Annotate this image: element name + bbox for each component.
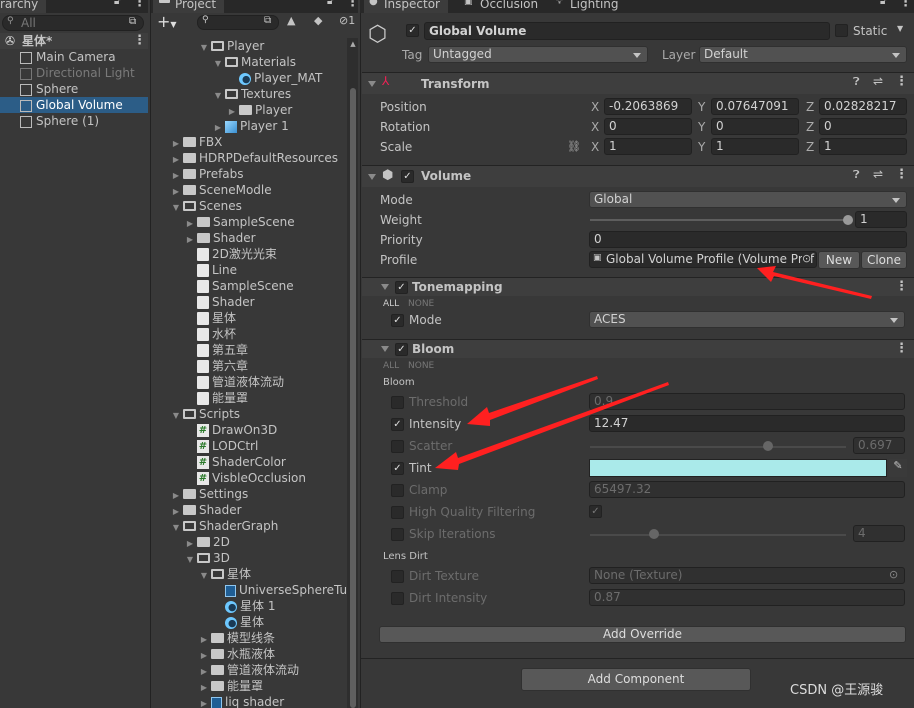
annotation-arrows [435, 266, 872, 470]
annotation-arrow-profile [757, 266, 872, 299]
